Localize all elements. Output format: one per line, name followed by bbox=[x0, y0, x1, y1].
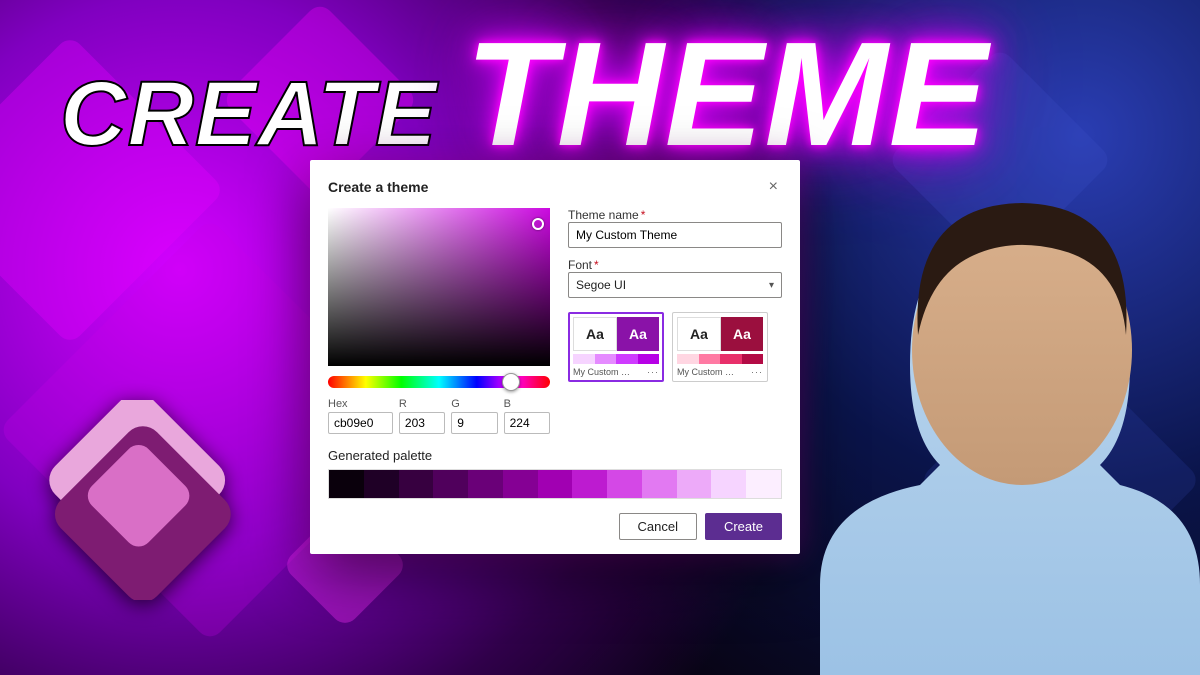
palette-swatch bbox=[538, 470, 573, 498]
preview-palette bbox=[677, 354, 763, 364]
b-label: B bbox=[504, 398, 550, 410]
r-input[interactable] bbox=[399, 412, 445, 434]
r-label: R bbox=[399, 398, 445, 410]
preview-name: My Custom … bbox=[677, 367, 734, 377]
dialog-title: Create a theme bbox=[328, 179, 428, 195]
hex-label: Hex bbox=[328, 398, 393, 410]
palette-swatch bbox=[642, 470, 677, 498]
palette-swatch bbox=[468, 470, 503, 498]
preview-sample-dark: Aa bbox=[721, 317, 763, 351]
headline-word-create: Create bbox=[60, 62, 437, 167]
palette-swatch bbox=[364, 470, 399, 498]
palette-swatch bbox=[572, 470, 607, 498]
hue-handle[interactable] bbox=[502, 373, 520, 391]
preview-sample-dark: Aa bbox=[617, 317, 659, 351]
cancel-button[interactable]: Cancel bbox=[619, 513, 697, 540]
more-icon[interactable]: ··· bbox=[647, 367, 659, 377]
sv-handle[interactable] bbox=[532, 218, 544, 230]
powerapps-logo-icon bbox=[40, 400, 240, 600]
presenter-photo bbox=[760, 85, 1200, 675]
palette-swatch bbox=[677, 470, 712, 498]
theme-preview-card[interactable]: AaAaMy Custom …··· bbox=[672, 312, 768, 382]
palette-swatch bbox=[503, 470, 538, 498]
preview-name: My Custom … bbox=[573, 367, 630, 377]
g-label: G bbox=[451, 398, 497, 410]
theme-preview-card[interactable]: AaAa My Custom … ··· bbox=[568, 312, 664, 382]
generated-palette bbox=[328, 469, 782, 499]
theme-name-label: Theme name* bbox=[568, 208, 782, 222]
palette-swatch bbox=[607, 470, 642, 498]
font-select[interactable]: Segoe UI ▾ bbox=[568, 272, 782, 298]
font-select-value: Segoe UI bbox=[576, 278, 626, 292]
theme-name-input[interactable] bbox=[568, 222, 782, 248]
saturation-value-picker[interactable] bbox=[328, 208, 550, 366]
palette-swatch bbox=[399, 470, 434, 498]
generated-palette-label: Generated palette bbox=[328, 448, 782, 463]
hex-input[interactable] bbox=[328, 412, 393, 434]
hue-slider[interactable] bbox=[328, 376, 550, 388]
palette-swatch bbox=[329, 470, 364, 498]
g-input[interactable] bbox=[451, 412, 497, 434]
preview-palette bbox=[573, 354, 659, 364]
preview-sample-light: Aa bbox=[573, 317, 617, 351]
palette-swatch bbox=[711, 470, 746, 498]
font-label: Font* bbox=[568, 258, 782, 272]
preview-sample-light: Aa bbox=[677, 317, 721, 351]
b-input[interactable] bbox=[504, 412, 550, 434]
palette-swatch bbox=[433, 470, 468, 498]
create-theme-dialog: Create a theme × Hex R G bbox=[310, 160, 800, 554]
